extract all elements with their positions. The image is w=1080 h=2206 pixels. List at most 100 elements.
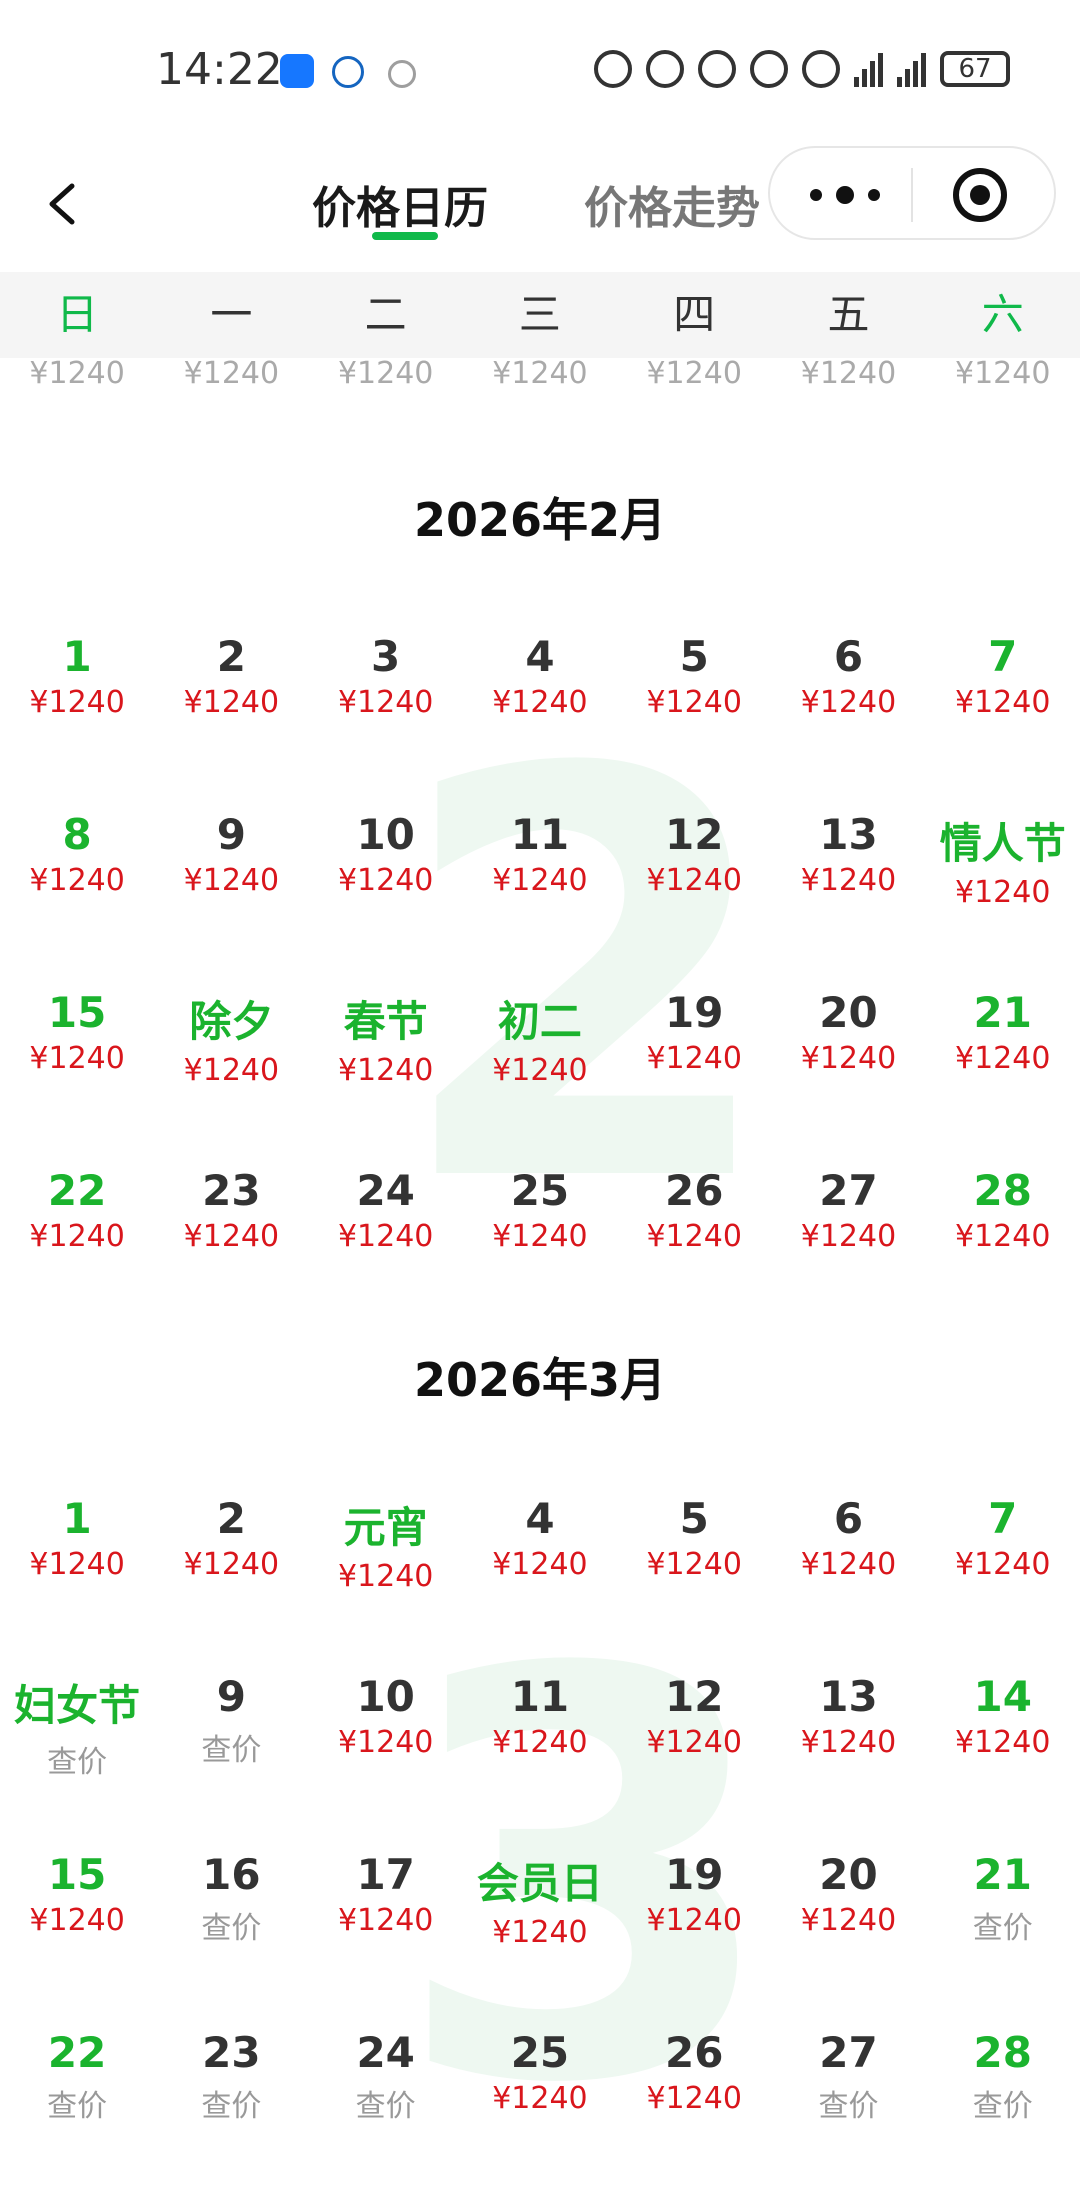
day-price[interactable]: ¥1240 (926, 356, 1080, 391)
day-label: 25 (510, 2028, 570, 2077)
mini-program-capsule (768, 146, 1056, 240)
calendar-day[interactable]: 4 ¥1240 (463, 632, 617, 810)
calendar-day[interactable]: 23 ¥1240 (154, 1166, 308, 1344)
more-icon[interactable] (810, 178, 880, 212)
calendar-day[interactable]: 6 ¥1240 (771, 1494, 925, 1672)
calendar-day[interactable]: 26 ¥1240 (617, 2028, 771, 2206)
day-price[interactable]: ¥1240 (0, 356, 154, 391)
calendar-day[interactable]: 情人节 ¥1240 (926, 810, 1080, 988)
calendar-day[interactable]: 6 ¥1240 (771, 632, 925, 810)
day-price[interactable]: ¥1240 (617, 356, 771, 391)
calendar-day[interactable]: 25 ¥1240 (463, 1166, 617, 1344)
calendar-day[interactable]: 28 ¥1240 (926, 1166, 1080, 1344)
signal-4g-icon (854, 51, 883, 87)
calendar-day[interactable]: 12 ¥1240 (617, 1672, 771, 1850)
calendar-day[interactable]: 9 ¥1240 (154, 810, 308, 988)
calendar-day[interactable]: 22 ¥1240 (0, 1166, 154, 1344)
day-price: 查价 (972, 2089, 1033, 2124)
calendar-day[interactable]: 1 ¥1240 (0, 632, 154, 810)
calendar-day[interactable]: 16 查价 (154, 1850, 308, 2028)
calendar-week: 8 ¥1240 9 ¥1240 10 ¥1240 11 ¥1240 12 ¥1240 13 ¥1240… (0, 810, 1080, 988)
calendar-day[interactable]: 9 查价 (154, 1672, 308, 1850)
calendar-day[interactable]: 2 ¥1240 (154, 1494, 308, 1672)
calendar-day[interactable]: 春节 ¥1240 (309, 988, 463, 1166)
day-label: 元宵 (343, 1503, 428, 1552)
calendar-day[interactable]: 19 ¥1240 (617, 988, 771, 1166)
calendar-day[interactable]: 13 ¥1240 (771, 810, 925, 988)
calendar-day[interactable]: 10 ¥1240 (309, 1672, 463, 1850)
day-price: ¥1240 (337, 1903, 434, 1938)
calendar-day[interactable]: 元宵 ¥1240 (309, 1494, 463, 1672)
day-price: ¥1240 (800, 685, 897, 720)
calendar-day[interactable]: 初二 ¥1240 (463, 988, 617, 1166)
calendar-day[interactable]: 11 ¥1240 (463, 1672, 617, 1850)
calendar-day[interactable]: 4 ¥1240 (463, 1494, 617, 1672)
close-mini-program-icon[interactable] (953, 168, 1007, 222)
day-price[interactable]: ¥1240 (771, 356, 925, 391)
calendar-day[interactable]: 妇女节 查价 (0, 1672, 154, 1850)
day-label: 3 (371, 632, 401, 681)
day-price: 查价 (355, 2089, 416, 2124)
day-label: 4 (525, 632, 555, 681)
calendar-day[interactable]: 2 ¥1240 (154, 632, 308, 810)
day-label: 21 (973, 988, 1032, 1037)
calendar-day[interactable]: 24 查价 (309, 2028, 463, 2206)
calendar-day[interactable]: 15 ¥1240 (0, 988, 154, 1166)
calendar-day[interactable]: 7 ¥1240 (926, 1494, 1080, 1672)
signal-5g-icon (897, 51, 926, 87)
calendar-day[interactable]: 27 ¥1240 (771, 1166, 925, 1344)
calendar-day[interactable]: 23 查价 (154, 2028, 308, 2206)
day-label: 24 (356, 1166, 415, 1215)
calendar-day[interactable]: 20 ¥1240 (771, 988, 925, 1166)
calendar-day[interactable]: 25 ¥1240 (463, 2028, 617, 2206)
day-price: ¥1240 (646, 1903, 742, 1938)
tab-price-calendar[interactable]: 价格日历 (312, 172, 488, 236)
eye-icon (646, 50, 684, 88)
day-label: 情人节 (939, 819, 1066, 868)
calendar-day[interactable]: 27 查价 (771, 2028, 925, 2206)
calendar-day[interactable]: 13 ¥1240 (771, 1672, 925, 1850)
calendar-day[interactable]: 除夕 ¥1240 (154, 988, 308, 1166)
day-price[interactable]: ¥1240 (309, 356, 463, 391)
calendar-day[interactable]: 11 ¥1240 (463, 810, 617, 988)
weekday-label: 二 (364, 290, 407, 339)
calendar-day[interactable]: 7 ¥1240 (926, 632, 1080, 810)
nfc-icon (698, 50, 736, 88)
calendar-day[interactable]: 21 ¥1240 (926, 988, 1080, 1166)
calendar-day[interactable]: 17 ¥1240 (309, 1850, 463, 2028)
day-price[interactable]: ¥1240 (463, 356, 617, 391)
calendar-week: 1 ¥1240 2 ¥1240 元宵 ¥1240 4 ¥1240 5 ¥1240 6 ¥1240 7 ¥1… (0, 1494, 1080, 1672)
day-price: ¥1240 (29, 863, 125, 898)
day-price: ¥1240 (646, 2081, 742, 2116)
calendar-day[interactable]: 26 ¥1240 (617, 1166, 771, 1344)
day-price: ¥1240 (646, 1725, 742, 1760)
calendar-day[interactable]: 10 ¥1240 (309, 810, 463, 988)
calendar-day[interactable]: 5 ¥1240 (617, 1494, 771, 1672)
calendar-day[interactable]: 15 ¥1240 (0, 1850, 154, 2028)
calendar-day[interactable]: 1 ¥1240 (0, 1494, 154, 1672)
day-label: 会员日 (476, 1859, 603, 1908)
calendar-day[interactable]: 21 查价 (926, 1850, 1080, 2028)
calendar-day[interactable]: 5 ¥1240 (617, 632, 771, 810)
calendar-day[interactable]: 12 ¥1240 (617, 810, 771, 988)
weekday-label: 三 (518, 290, 561, 339)
calendar-day[interactable]: 20 ¥1240 (771, 1850, 925, 2028)
calendar-day[interactable]: 3 ¥1240 (309, 632, 463, 810)
calendar-day[interactable]: 会员日 ¥1240 (463, 1850, 617, 2028)
day-price: ¥1240 (955, 1219, 1051, 1254)
day-price: ¥1240 (646, 1041, 742, 1076)
weekday-header: 日 一 二 三 四 五 六 (0, 272, 1080, 358)
back-icon[interactable] (40, 180, 88, 228)
calendar-day[interactable]: 28 查价 (926, 2028, 1080, 2206)
calendar-day[interactable]: 24 ¥1240 (309, 1166, 463, 1344)
tab-price-trend[interactable]: 价格走势 (584, 172, 760, 236)
day-price[interactable]: ¥1240 (154, 356, 308, 391)
day-label: 5 (679, 1494, 709, 1543)
calendar-day[interactable]: 8 ¥1240 (0, 810, 154, 988)
calendar-day[interactable]: 19 ¥1240 (617, 1850, 771, 2028)
day-label: 27 (819, 2028, 878, 2077)
calendar-day[interactable]: 22 查价 (0, 2028, 154, 2206)
calendar-day[interactable]: 14 ¥1240 (926, 1672, 1080, 1850)
day-price: ¥1240 (337, 1053, 434, 1088)
day-price: 查价 (47, 1745, 108, 1780)
